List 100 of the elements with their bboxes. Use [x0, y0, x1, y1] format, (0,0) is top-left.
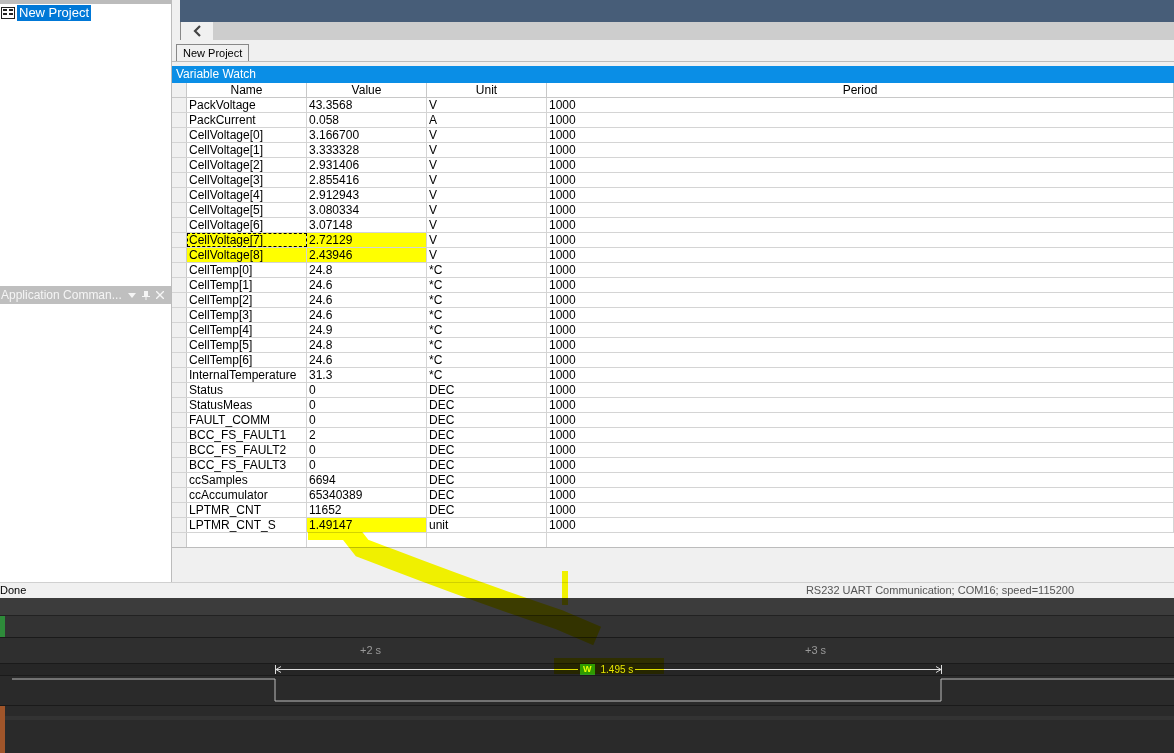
chevron-left-icon: [193, 25, 201, 37]
unit-cell: DEC: [427, 503, 547, 517]
name-cell: CellVoltage[7]: [187, 233, 307, 247]
row-header[interactable]: [172, 473, 187, 487]
row-header[interactable]: [172, 278, 187, 292]
period-cell: 1000: [547, 233, 1174, 247]
row-header[interactable]: [172, 353, 187, 367]
row-header[interactable]: [172, 398, 187, 412]
name-cell: ccSamples: [187, 473, 307, 487]
unit-cell: V: [427, 218, 547, 232]
unit-cell: V: [427, 203, 547, 217]
unit-cell: *C: [427, 368, 547, 382]
name-cell: CellVoltage[4]: [187, 188, 307, 202]
value-cell: 2.43946: [307, 248, 427, 262]
unit-cell: V: [427, 128, 547, 142]
row-header[interactable]: [172, 263, 187, 277]
row-header[interactable]: [172, 323, 187, 337]
unit-cell: V: [427, 173, 547, 187]
empty-new-row[interactable]: [172, 533, 1174, 548]
row-header[interactable]: [172, 98, 187, 112]
row-header[interactable]: [172, 233, 187, 247]
period-cell: 1000: [547, 383, 1174, 397]
period-cell: 1000: [547, 173, 1174, 187]
value-cell: 24.6: [307, 308, 427, 322]
row-header[interactable]: [172, 518, 187, 532]
row-header[interactable]: [172, 113, 187, 127]
row-header[interactable]: [172, 428, 187, 442]
name-cell: PackVoltage: [187, 98, 307, 112]
row-header[interactable]: [172, 143, 187, 157]
name-cell: CellVoltage[6]: [187, 218, 307, 232]
name-cell: BCC_FS_FAULT1: [187, 428, 307, 442]
name-cell: CellVoltage[8]: [187, 248, 307, 262]
unit-cell: DEC: [427, 428, 547, 442]
unit-cell: DEC: [427, 443, 547, 457]
value-cell: 24.6: [307, 353, 427, 367]
unit-cell: *C: [427, 338, 547, 352]
period-cell: 1000: [547, 413, 1174, 427]
row-header[interactable]: [172, 368, 187, 382]
period-cell: 1000: [547, 518, 1174, 532]
row-header[interactable]: [172, 158, 187, 172]
pin-icon[interactable]: [141, 290, 150, 300]
value-cell: 31.3: [307, 368, 427, 382]
row-header[interactable]: [172, 173, 187, 187]
period-cell: 1000: [547, 473, 1174, 487]
period-cell: 1000: [547, 428, 1174, 442]
row-header[interactable]: [172, 128, 187, 142]
measurement-badge: W: [580, 664, 595, 675]
row-header[interactable]: [172, 458, 187, 472]
period-cell: 1000: [547, 353, 1174, 367]
unit-cell: DEC: [427, 398, 547, 412]
name-cell: Status: [187, 383, 307, 397]
corner-header[interactable]: [172, 83, 187, 97]
value-cell: 2.931406: [307, 158, 427, 172]
unit-cell: *C: [427, 353, 547, 367]
unit-cell: V: [427, 248, 547, 262]
period-cell: 1000: [547, 188, 1174, 202]
period-cell: 1000: [547, 458, 1174, 472]
value-cell: 24.9: [307, 323, 427, 337]
close-icon[interactable]: [155, 291, 164, 299]
value-cell: 0: [307, 413, 427, 427]
period-cell: 1000: [547, 278, 1174, 292]
time-tick-label: +2 s: [360, 643, 382, 658]
name-cell: BCC_FS_FAULT2: [187, 443, 307, 457]
row-header[interactable]: [172, 293, 187, 307]
column-header[interactable]: Value: [307, 83, 427, 97]
name-cell: CellVoltage[1]: [187, 143, 307, 157]
name-cell: InternalTemperature: [187, 368, 307, 382]
name-cell: CellVoltage[0]: [187, 128, 307, 142]
row-header[interactable]: [172, 488, 187, 502]
column-header[interactable]: Unit: [427, 83, 547, 97]
period-cell: 1000: [547, 503, 1174, 517]
column-header[interactable]: Name: [187, 83, 307, 97]
document-tab[interactable]: New Project: [176, 44, 250, 61]
row-header[interactable]: [172, 338, 187, 352]
row-header[interactable]: [172, 413, 187, 427]
unit-cell: V: [427, 143, 547, 157]
row-header[interactable]: [172, 203, 187, 217]
tree-item[interactable]: New Project: [17, 5, 92, 21]
unit-cell: *C: [427, 263, 547, 277]
row-header[interactable]: [172, 248, 187, 262]
row-header[interactable]: [172, 218, 187, 232]
name-cell: StatusMeas: [187, 398, 307, 412]
unit-cell: unit: [427, 518, 547, 532]
value-cell: 2.72129: [307, 233, 427, 247]
name-cell: CellTemp[5]: [187, 338, 307, 352]
value-cell: 0: [307, 458, 427, 472]
dropdown-icon[interactable]: [127, 292, 136, 298]
row-header[interactable]: [172, 188, 187, 202]
row-header[interactable]: [172, 383, 187, 397]
unit-cell: *C: [427, 308, 547, 322]
period-cell: 1000: [547, 203, 1174, 217]
period-cell: 1000: [547, 488, 1174, 502]
row-header[interactable]: [172, 443, 187, 457]
column-header[interactable]: Period: [547, 83, 1174, 97]
row-header[interactable]: [172, 308, 187, 322]
period-cell: 1000: [547, 308, 1174, 322]
scroll-left-button[interactable]: [181, 22, 213, 40]
value-cell: 24.8: [307, 338, 427, 352]
row-header[interactable]: [172, 503, 187, 517]
period-cell: 1000: [547, 398, 1174, 412]
